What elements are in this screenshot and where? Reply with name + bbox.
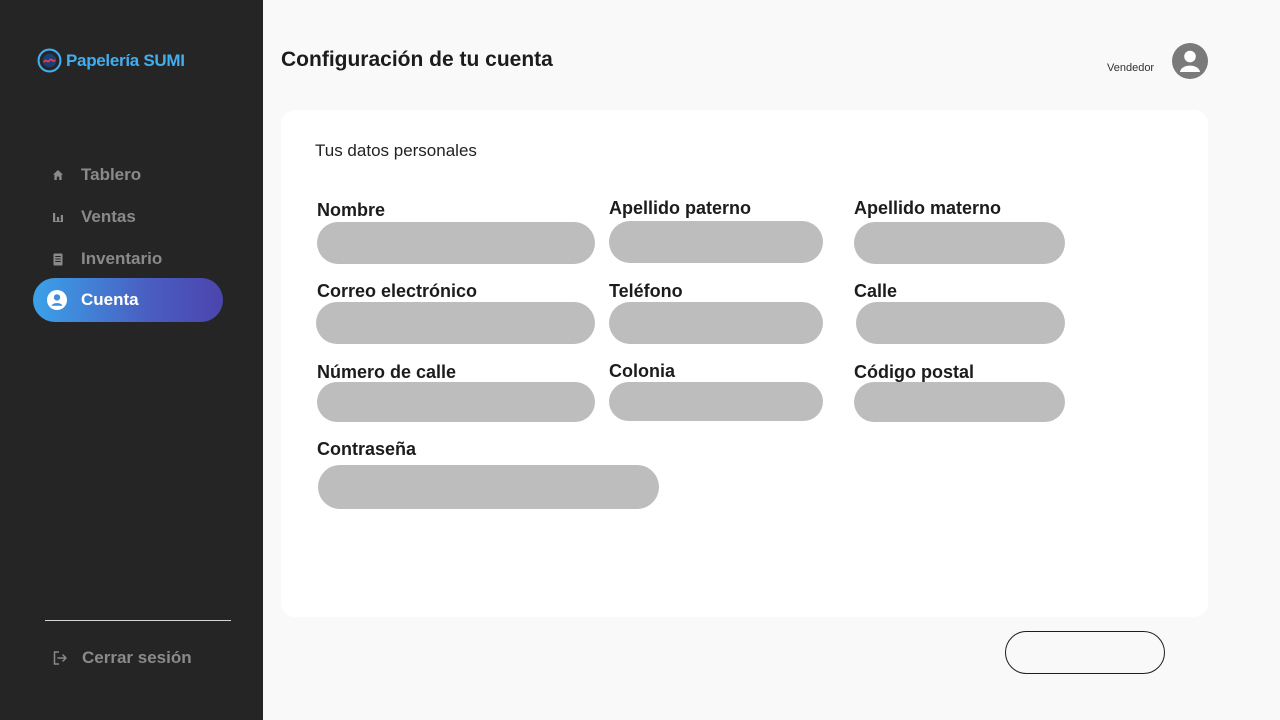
sidebar-item-label: Ventas [81, 207, 136, 226]
save-button[interactable] [1005, 631, 1165, 674]
user-avatar-icon [1180, 50, 1200, 72]
apellido-materno-input[interactable] [854, 222, 1065, 264]
user-circle-icon [47, 290, 67, 310]
apellido-materno-label: Apellido materno [854, 198, 1002, 218]
page-title: Configuración de tu cuenta [281, 48, 553, 71]
colonia-label: Colonia [609, 361, 675, 381]
home-icon [51, 168, 65, 182]
calle-input[interactable] [856, 302, 1065, 344]
nombre-input[interactable] [317, 222, 595, 264]
sidebar-item-tablero[interactable]: Tablero [33, 153, 223, 197]
sidebar-item-label: Inventario [81, 249, 163, 268]
sidebar-divider [45, 620, 231, 621]
user-avatar[interactable] [1172, 43, 1208, 79]
telefono-input[interactable] [609, 302, 823, 344]
codigo-postal-input[interactable] [854, 382, 1065, 422]
logo-icon [37, 48, 62, 73]
sidebar-item-cuenta[interactable]: Cuenta [33, 278, 223, 322]
nombre-label: Nombre [317, 200, 386, 220]
telefono-label: Teléfono [609, 281, 683, 301]
bar-chart-icon [51, 210, 65, 224]
password-field[interactable] [318, 465, 659, 509]
sidebar-item-label: Tablero [81, 165, 142, 184]
codigo-postal-label: Código postal [854, 362, 974, 382]
colonia-input[interactable] [609, 382, 823, 421]
personal-data-card: Tus datos personales Nombre Apellido pat… [281, 110, 1208, 617]
sidebar-item-label: Cuenta [81, 290, 139, 309]
correo-label: Correo electrónico [317, 281, 478, 301]
logout-label: Cerrar sesión [82, 648, 192, 667]
sidebar: Papelería SUMI Tablero Ventas Inventario… [0, 0, 263, 720]
section-title: Tus datos personales [315, 141, 477, 160]
logout-icon [52, 650, 68, 666]
sidebar-item-ventas[interactable]: Ventas [33, 195, 223, 239]
email-field[interactable] [316, 302, 595, 344]
brand-name: Papelería SUMI [66, 50, 185, 70]
numero-calle-input[interactable] [317, 382, 595, 422]
calle-label: Calle [854, 281, 898, 301]
sidebar-item-inventario[interactable]: Inventario [33, 237, 223, 281]
numero-calle-label: Número de calle [317, 362, 457, 382]
user-role: Vendedor [1107, 62, 1155, 74]
document-icon [51, 252, 65, 266]
brand-logo[interactable]: Papelería SUMI [37, 48, 185, 73]
contrasena-label: Contraseña [317, 439, 417, 459]
logout-button[interactable]: Cerrar sesión [52, 648, 192, 668]
apellido-paterno-input[interactable] [609, 221, 823, 263]
apellido-paterno-label: Apellido paterno [609, 198, 752, 218]
